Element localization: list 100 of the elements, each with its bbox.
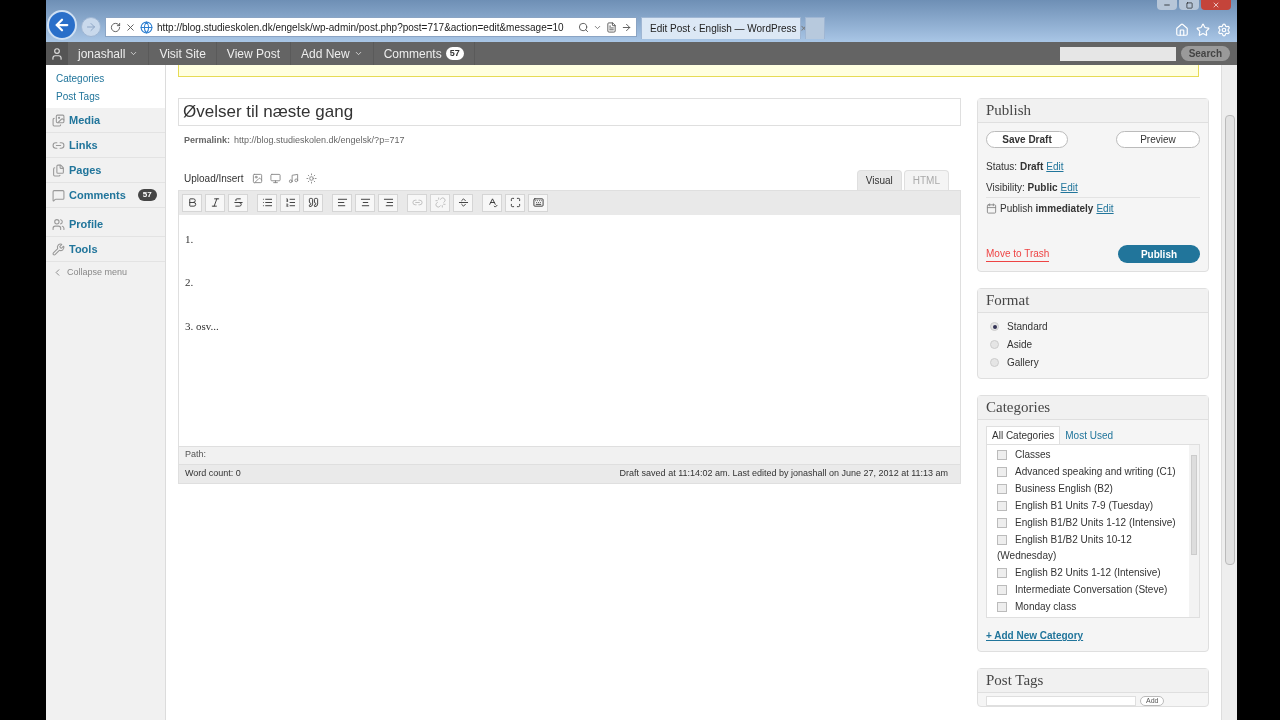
editor-tab[interactable]: Visual <box>856 169 902 190</box>
tag-field[interactable] <box>986 696 1136 706</box>
page-scrollbar[interactable] <box>1221 65 1237 720</box>
category-option[interactable]: English B1 Units 7-9 (Tuesday) <box>997 498 1189 514</box>
category-option[interactable]: Intermediate Conversation (Steve) <box>997 582 1189 598</box>
category-option[interactable]: Business English (B2) <box>997 481 1189 497</box>
category-option[interactable]: English B1/B2 Units 10-12 (Wednesday) <box>997 532 1189 564</box>
publish-setting: Visibility: Public <box>986 180 1058 195</box>
toolbar-button[interactable] <box>355 193 375 212</box>
new-tab-button[interactable] <box>805 17 825 39</box>
toolbar-button[interactable] <box>332 193 352 212</box>
edit-link[interactable]: Edit <box>1060 179 1078 195</box>
quote-icon <box>307 197 319 208</box>
category-option[interactable]: Classes <box>997 447 1189 463</box>
caret-icon <box>129 49 139 58</box>
align-left-icon <box>336 197 348 208</box>
comment-count-badge: 57 <box>137 189 157 201</box>
sidebar-item[interactable]: Comments 57 <box>46 183 165 208</box>
fullscreen-icon <box>509 197 521 208</box>
category-option[interactable]: English B2 Units 1-12 (Intensive) <box>997 565 1189 581</box>
format-option[interactable]: Standard <box>990 319 1196 334</box>
preview-button[interactable]: Preview <box>1116 131 1200 148</box>
toolbar-button[interactable] <box>482 193 502 212</box>
toolbar-button[interactable] <box>378 193 398 212</box>
title-field[interactable]: Øvelser til næste gang <box>178 98 961 126</box>
checkbox[interactable] <box>997 568 1007 579</box>
edit-link[interactable]: Edit <box>1096 201 1114 216</box>
category-tab[interactable]: Most Used <box>1060 426 1119 444</box>
submenu-link[interactable]: Post Tags <box>56 89 165 104</box>
toolbar-button[interactable] <box>257 193 277 212</box>
checkbox[interactable] <box>997 501 1007 512</box>
calendar-icon <box>986 203 997 214</box>
move-to-trash-link[interactable]: Move to Trash <box>986 246 1050 262</box>
back-icon <box>53 16 71 34</box>
sidebar-item[interactable]: Profile <box>46 212 165 237</box>
edit-link[interactable]: Edit <box>1046 159 1064 174</box>
sidebar-item[interactable]: Pages <box>46 158 165 183</box>
numbered-list-icon <box>284 197 296 208</box>
editor-paragraph: 1. <box>185 231 195 247</box>
toolbar-button[interactable] <box>453 193 473 212</box>
format-option[interactable]: Aside <box>990 337 1196 352</box>
forward-button[interactable] <box>81 17 101 37</box>
permalink-label: Permalink: <box>184 134 231 147</box>
link-icon <box>411 197 423 208</box>
radio-button[interactable] <box>990 358 999 367</box>
submenu-link[interactable]: Categories <box>56 71 165 86</box>
toolbar-button[interactable] <box>303 193 323 212</box>
format-option[interactable]: Gallery <box>990 355 1196 370</box>
maximize-icon <box>1185 1 1193 9</box>
align-right-icon <box>382 197 394 208</box>
toolbar-button[interactable] <box>280 193 300 212</box>
italic-icon <box>209 197 221 208</box>
settings-icon <box>1217 23 1231 37</box>
refresh-icon <box>110 21 121 33</box>
minimize-icon <box>1163 1 1171 9</box>
minimize-button[interactable] <box>1157 0 1177 10</box>
sidebar-item[interactable]: Tools <box>46 237 165 262</box>
forward-icon <box>85 21 97 33</box>
sidebar-item[interactable]: Media <box>46 108 165 133</box>
back-button[interactable] <box>47 10 77 40</box>
toolbar-button[interactable] <box>228 193 248 212</box>
toolbar-button[interactable] <box>528 193 548 212</box>
save-draft-button[interactable]: Save Draft <box>986 131 1068 148</box>
maximize-button[interactable] <box>1179 0 1199 10</box>
checkbox[interactable] <box>997 535 1007 546</box>
image-icon <box>252 172 264 184</box>
path-label: Path: <box>185 448 206 462</box>
tools-icon <box>52 242 65 256</box>
toolbar-button[interactable] <box>505 193 525 212</box>
stop-icon <box>125 21 136 33</box>
box-title: Publish <box>986 101 1031 121</box>
align-center-icon <box>359 197 371 208</box>
radio-button[interactable] <box>990 340 999 349</box>
profile-icon <box>52 217 65 231</box>
toolbar-button[interactable] <box>205 193 225 212</box>
category-option[interactable]: English B1/B2 Units 1-12 (Intensive) <box>997 515 1189 531</box>
checkbox[interactable] <box>997 467 1007 478</box>
sidebar-item[interactable]: Links <box>46 133 165 158</box>
search-button[interactable]: Search <box>1180 46 1230 61</box>
address-bar[interactable]: http://blog.studieskolen.dk/engelsk/wp-admin/post.php?post=717&action=edit&message=10 <box>105 17 637 37</box>
search-field[interactable] <box>1059 46 1176 61</box>
checkbox[interactable] <box>997 484 1007 495</box>
search-icon <box>578 21 589 33</box>
add-new-category-link[interactable]: + Add New Category <box>986 628 1200 643</box>
checkbox[interactable] <box>997 450 1007 461</box>
box-title: Categories <box>986 398 1051 418</box>
category-option[interactable]: Monday class <box>997 599 1189 615</box>
radio-button[interactable] <box>990 322 999 331</box>
category-option[interactable]: Advanced speaking and writing (C1) <box>997 464 1189 480</box>
caret-icon <box>353 49 363 58</box>
checkbox[interactable] <box>997 585 1007 596</box>
checkbox[interactable] <box>997 602 1007 613</box>
toolbar-button[interactable] <box>182 193 202 212</box>
close-button[interactable] <box>1201 0 1231 10</box>
home-icon <box>1175 23 1189 37</box>
publish-button[interactable]: Publish <box>1118 245 1200 263</box>
list-scrollbar[interactable] <box>1189 445 1199 617</box>
category-tab[interactable]: All Categories <box>986 426 1061 444</box>
checkbox[interactable] <box>997 518 1007 529</box>
box-title: Format <box>986 291 1030 311</box>
